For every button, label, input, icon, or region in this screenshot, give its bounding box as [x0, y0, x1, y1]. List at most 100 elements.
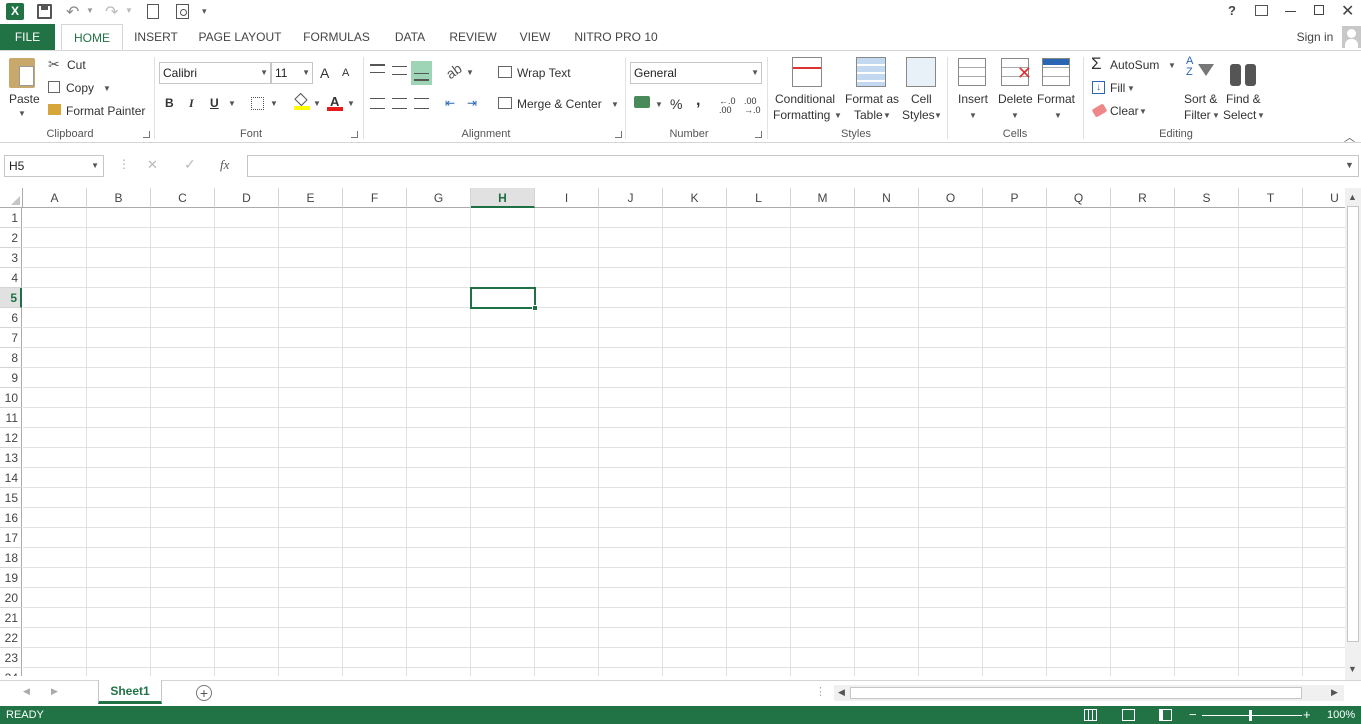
- column-header-l[interactable]: L: [727, 188, 791, 208]
- decrease-decimal-button[interactable]: .00 →.0: [744, 97, 762, 115]
- row-header-4[interactable]: 4: [0, 268, 22, 288]
- save-icon[interactable]: [37, 4, 52, 19]
- insert-cells-icon[interactable]: [958, 58, 986, 86]
- clipboard-dialog-launcher-icon[interactable]: [143, 131, 150, 138]
- print-preview-icon[interactable]: [176, 4, 189, 19]
- copy-icon[interactable]: [48, 81, 60, 93]
- active-cell[interactable]: [470, 287, 538, 311]
- row-header-3[interactable]: 3: [0, 248, 22, 268]
- align-left-icon[interactable]: [370, 98, 385, 109]
- scroll-down-icon[interactable]: ▼: [1348, 664, 1357, 674]
- borders-icon[interactable]: [251, 97, 264, 110]
- italic-button[interactable]: I: [189, 96, 194, 111]
- tab-data[interactable]: DATA: [389, 24, 431, 50]
- column-header-c[interactable]: C: [151, 188, 215, 208]
- grow-font-button[interactable]: A: [320, 65, 329, 81]
- sign-in-link[interactable]: Sign in: [1290, 24, 1340, 50]
- tab-formulas[interactable]: FORMULAS: [299, 24, 374, 50]
- accounting-format-icon[interactable]: [634, 96, 650, 108]
- tab-nitro-pro[interactable]: NITRO PRO 10: [571, 24, 661, 50]
- vertical-scroll-thumb[interactable]: [1347, 206, 1359, 642]
- insert-cells-button[interactable]: Insert: [958, 92, 988, 106]
- cell-styles-line1[interactable]: Cell: [911, 92, 932, 106]
- row-header-17[interactable]: 17: [0, 528, 22, 548]
- row-header-13[interactable]: 13: [0, 448, 22, 468]
- select-all-button[interactable]: [0, 188, 23, 208]
- restore-icon[interactable]: [1314, 5, 1324, 15]
- format-as-table-icon[interactable]: [856, 57, 886, 87]
- zoom-out-icon[interactable]: −: [1189, 707, 1197, 722]
- copy-button[interactable]: Copy: [66, 81, 94, 95]
- redo-icon[interactable]: ↷: [105, 2, 118, 22]
- shrink-font-button[interactable]: A: [342, 67, 349, 79]
- scroll-left-icon[interactable]: ◀: [838, 687, 845, 698]
- find-select-line2[interactable]: Select: [1223, 108, 1256, 122]
- column-header-i[interactable]: I: [535, 188, 599, 208]
- user-avatar-icon[interactable]: [1342, 26, 1361, 48]
- row-header-16[interactable]: 16: [0, 508, 22, 528]
- increase-decimal-button[interactable]: ←.0 .00: [719, 97, 737, 115]
- row-header-14[interactable]: 14: [0, 468, 22, 488]
- cut-button[interactable]: Cut: [67, 58, 86, 72]
- row-header-11[interactable]: 11: [0, 408, 22, 428]
- conditional-formatting-line2[interactable]: Formatting: [773, 108, 830, 122]
- row-header-7[interactable]: 7: [0, 328, 22, 348]
- orientation-icon[interactable]: ab: [443, 60, 465, 82]
- formula-input[interactable]: [247, 155, 1359, 177]
- horizontal-scrollbar[interactable]: ◀ ▶: [834, 685, 1344, 701]
- normal-view-icon[interactable]: [1084, 709, 1097, 721]
- new-document-icon[interactable]: [147, 4, 159, 19]
- row-header-6[interactable]: 6: [0, 308, 22, 328]
- column-header-d[interactable]: D: [215, 188, 279, 208]
- orientation-dropdown-icon[interactable]: ▼: [466, 68, 474, 77]
- tab-view[interactable]: VIEW: [514, 24, 556, 50]
- font-size-select[interactable]: 11 ▼: [271, 62, 313, 84]
- number-format-select[interactable]: General ▼: [630, 62, 762, 84]
- decrease-indent-icon[interactable]: ⇤: [445, 96, 455, 110]
- scroll-up-icon[interactable]: ▲: [1348, 192, 1357, 202]
- find-select-dropdown-icon[interactable]: ▼: [1257, 111, 1265, 120]
- row-header-24[interactable]: 24: [0, 668, 22, 676]
- column-header-n[interactable]: N: [855, 188, 919, 208]
- tab-file[interactable]: FILE: [0, 24, 55, 50]
- font-name-select[interactable]: Calibri ▼: [159, 62, 271, 84]
- column-header-j[interactable]: J: [599, 188, 663, 208]
- format-painter-button[interactable]: Format Painter: [66, 104, 145, 118]
- cell-styles-line2[interactable]: Styles: [902, 108, 935, 122]
- horizontal-scroll-thumb[interactable]: [850, 687, 1302, 699]
- fill-handle[interactable]: [532, 305, 538, 311]
- sort-filter-dropdown-icon[interactable]: ▼: [1212, 111, 1220, 120]
- close-icon[interactable]: ✕: [1341, 1, 1354, 21]
- merge-center-icon[interactable]: [498, 97, 512, 109]
- fill-color-icon[interactable]: [294, 92, 310, 110]
- alignment-dialog-launcher-icon[interactable]: [615, 131, 622, 138]
- format-painter-icon[interactable]: [48, 104, 61, 115]
- fill-dropdown-icon[interactable]: ▼: [1127, 84, 1135, 93]
- column-header-q[interactable]: Q: [1047, 188, 1111, 208]
- align-center-icon[interactable]: [392, 98, 407, 109]
- column-header-a[interactable]: A: [23, 188, 87, 208]
- wrap-text-icon[interactable]: [498, 66, 512, 78]
- fill-button[interactable]: Fill: [1110, 81, 1125, 95]
- sort-filter-icon[interactable]: AZ: [1186, 56, 1216, 88]
- row-header-12[interactable]: 12: [0, 428, 22, 448]
- delete-dropdown-icon[interactable]: ▼: [1011, 111, 1019, 120]
- clear-button[interactable]: Clear: [1110, 104, 1139, 118]
- column-header-r[interactable]: R: [1111, 188, 1175, 208]
- minimize-icon[interactable]: [1285, 11, 1296, 12]
- autosum-icon[interactable]: Σ: [1091, 54, 1102, 74]
- copy-dropdown-icon[interactable]: ▼: [103, 84, 111, 93]
- row-header-19[interactable]: 19: [0, 568, 22, 588]
- tab-split-grip-icon[interactable]: ⋮: [815, 685, 826, 698]
- align-bottom-icon[interactable]: [411, 61, 432, 85]
- row-header-5[interactable]: 5: [0, 288, 22, 308]
- worksheet-grid[interactable]: ABCDEFGHIJKLMNOPQRSTU 1 2 3 4 5 6 7 8 9 10 11 12 13 1…: [0, 188, 1345, 676]
- ribbon-display-icon[interactable]: [1255, 5, 1268, 16]
- row-header-21[interactable]: 21: [0, 608, 22, 628]
- row-header-10[interactable]: 10: [0, 388, 22, 408]
- cell-styles-icon[interactable]: [906, 57, 936, 87]
- number-dialog-launcher-icon[interactable]: [755, 131, 762, 138]
- format-as-table-dropdown-icon[interactable]: ▼: [883, 111, 891, 120]
- undo-dropdown-icon[interactable]: ▼: [86, 6, 94, 15]
- format-cells-button[interactable]: Format: [1037, 92, 1075, 106]
